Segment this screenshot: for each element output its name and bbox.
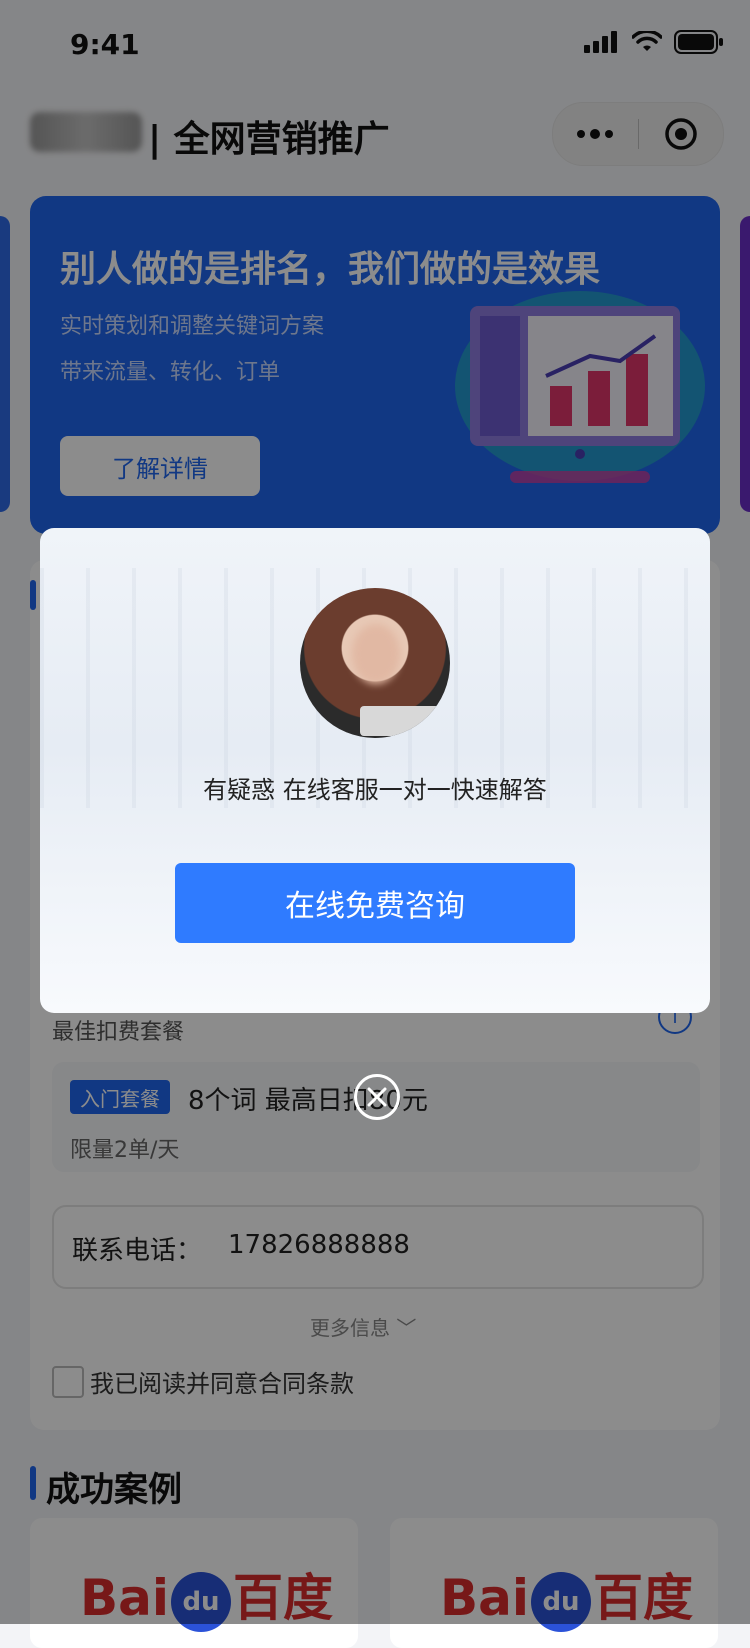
avatar-laptop <box>360 706 450 736</box>
modal-close-button[interactable] <box>354 1074 400 1120</box>
customer-service-modal: 有疑惑 在线客服一对一快速解答 在线免费咨询 <box>40 528 710 1013</box>
avatar-face-blurred <box>352 624 400 684</box>
free-consult-button[interactable]: 在线免费咨询 <box>175 863 575 943</box>
close-icon <box>367 1087 387 1107</box>
modal-message: 有疑惑 在线客服一对一快速解答 <box>203 776 547 804</box>
agent-avatar <box>300 588 450 738</box>
